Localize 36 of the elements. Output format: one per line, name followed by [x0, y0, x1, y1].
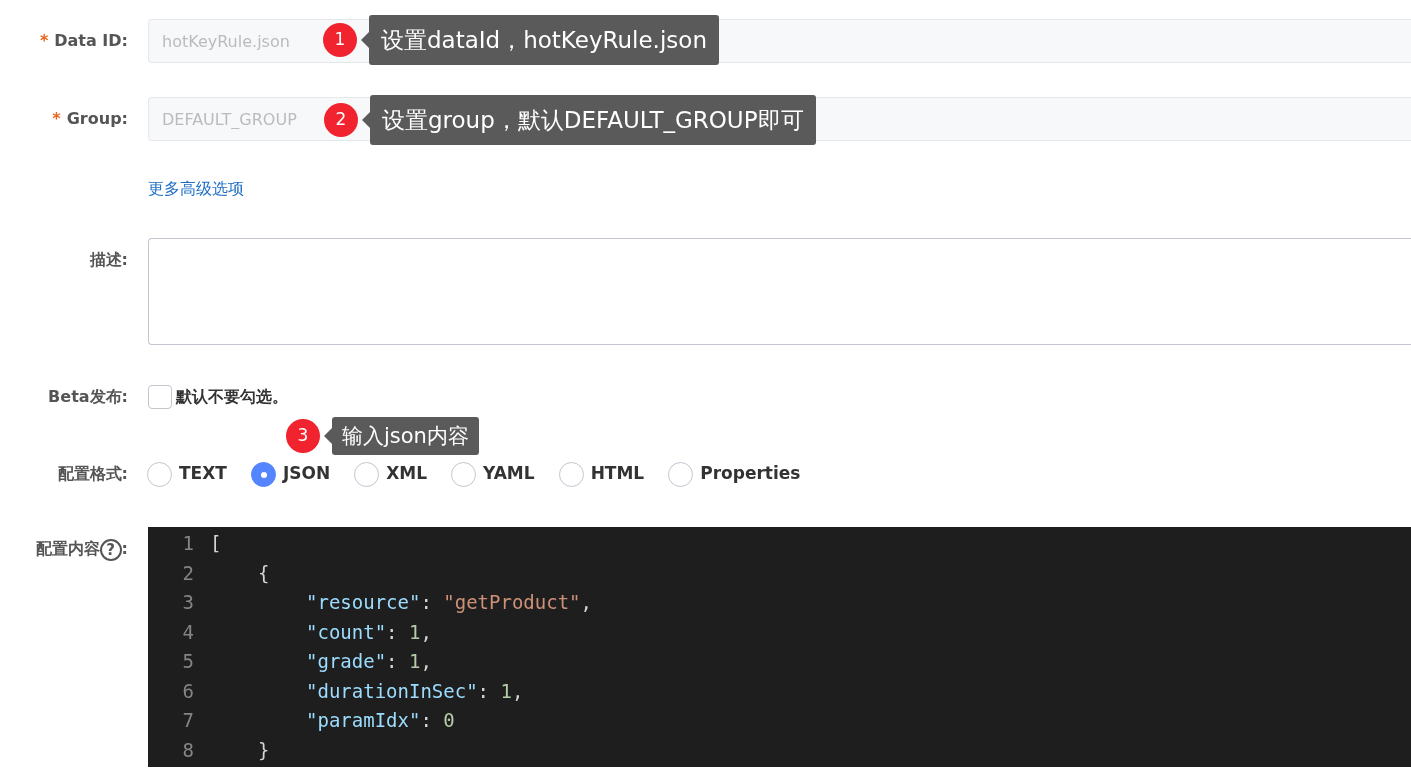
step-badge: 3: [286, 419, 320, 453]
radio-label: TEXT: [179, 462, 227, 486]
line-number: 7: [181, 708, 195, 733]
line-number: 8: [181, 737, 195, 763]
line-number: 6: [181, 678, 195, 704]
field-label: Group:: [66, 109, 128, 128]
field-label: 配置内容: [35, 539, 100, 558]
code-line: "durationInSec": 1,: [305, 678, 524, 704]
line-number: 4: [181, 619, 195, 645]
code-line: "paramIdx": 0: [305, 708, 455, 733]
code-line: [: [210, 531, 222, 556]
annotation-tooltip: 输入json内容: [332, 417, 479, 455]
code-line: "grade": 1,: [305, 649, 432, 674]
code-line: }: [257, 737, 270, 763]
field-label: 描述:: [89, 250, 128, 269]
line-number: 5: [181, 649, 195, 674]
radio-label: HTML: [590, 462, 645, 486]
required-mark: *: [39, 31, 49, 50]
radio-label: XML: [386, 462, 428, 486]
required-mark: *: [52, 109, 61, 128]
radio-label: Properties: [700, 462, 801, 486]
colon-text: :: [121, 539, 128, 558]
line-number: 2: [181, 560, 195, 586]
field-label: 配置格式:: [57, 464, 128, 483]
field-label: Beta发布:: [48, 387, 128, 406]
code-line: "count": 1,: [305, 619, 432, 645]
code-line: {: [257, 560, 270, 586]
radio-label: JSON: [282, 462, 331, 486]
radio-label: YAML: [483, 462, 535, 486]
annotation-tooltip: 设置group，默认DEFAULT_GROUP即可: [370, 95, 816, 145]
checkbox-label: 默认不要勾选。: [176, 386, 288, 408]
line-number: 1: [181, 531, 195, 556]
code-line: "resource": "getProduct",: [305, 590, 592, 615]
field-label: Data ID:: [54, 31, 128, 50]
line-number: 3: [181, 590, 195, 615]
annotation-tooltip: 设置dataId，hotKeyRule.json: [369, 15, 719, 65]
